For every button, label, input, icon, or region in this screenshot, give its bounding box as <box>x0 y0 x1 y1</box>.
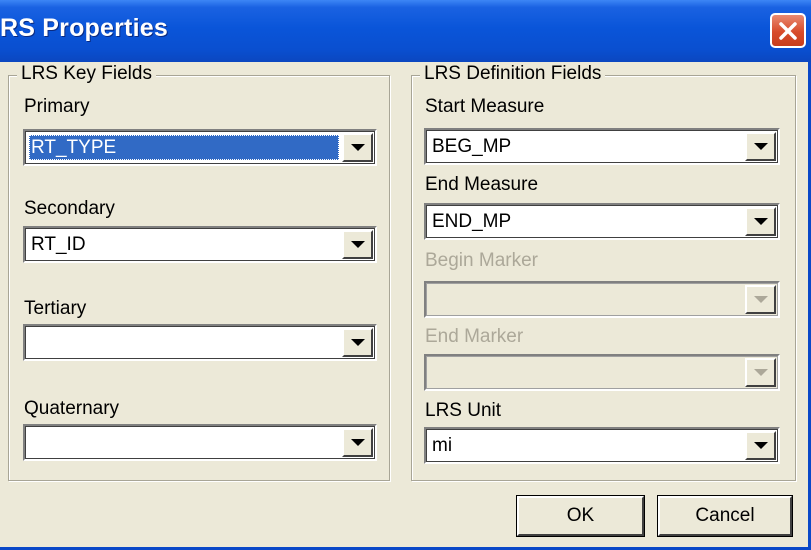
end-measure-label: End Measure <box>425 174 539 195</box>
quaternary-label: Quaternary <box>24 398 120 419</box>
chevron-down-icon <box>350 439 365 446</box>
tertiary-combo[interactable] <box>23 324 377 361</box>
chevron-down-icon <box>753 143 768 150</box>
start-measure-combo[interactable]: BEG_MP <box>424 128 780 165</box>
chevron-down-icon <box>350 241 365 248</box>
close-icon <box>779 21 797 40</box>
quaternary-combo[interactable] <box>23 424 377 461</box>
start-measure-label: Start Measure <box>425 96 545 117</box>
secondary-label: Secondary <box>24 198 115 219</box>
begin-marker-combo <box>424 281 780 318</box>
start-measure-value: BEG_MP <box>432 136 512 157</box>
secondary-value: RT_ID <box>31 234 86 255</box>
cancel-button[interactable]: Cancel <box>657 495 793 537</box>
title-bar[interactable]: RS Properties <box>0 0 811 62</box>
begin-marker-label: Begin Marker <box>425 250 538 271</box>
quaternary-dropdown-button[interactable] <box>342 428 373 457</box>
chevron-down-icon <box>753 442 768 449</box>
primary-value: RT_TYPE <box>29 135 339 160</box>
end-marker-dropdown-button <box>745 358 776 387</box>
lrs-unit-value: mi <box>432 435 453 456</box>
end-marker-combo <box>424 354 780 391</box>
chevron-down-icon <box>753 296 768 303</box>
chevron-down-icon <box>753 369 768 376</box>
lrs-unit-label: LRS Unit <box>425 400 502 421</box>
lrs-key-fields-legend: LRS Key Fields <box>17 63 156 85</box>
chevron-down-icon <box>350 339 365 346</box>
close-button[interactable] <box>770 13 806 48</box>
tertiary-value <box>29 330 339 355</box>
secondary-combo[interactable]: RT_ID <box>23 226 377 263</box>
primary-combo[interactable]: RT_TYPE <box>23 129 377 166</box>
lrs-definition-fields-legend: LRS Definition Fields <box>420 63 606 85</box>
begin-marker-value <box>430 287 742 312</box>
lrs-unit-combo[interactable]: mi <box>424 427 780 464</box>
lrs-unit-dropdown-button[interactable] <box>745 431 776 460</box>
end-measure-dropdown-button[interactable] <box>745 207 776 236</box>
end-measure-combo[interactable]: END_MP <box>424 203 780 240</box>
begin-marker-dropdown-button <box>745 285 776 314</box>
lrs-properties-dialog: RS Properties LRS Key Fields Primary RT_… <box>0 0 811 550</box>
tertiary-label: Tertiary <box>24 298 87 319</box>
chevron-down-icon <box>753 218 768 225</box>
end-marker-value <box>430 360 742 385</box>
quaternary-value <box>29 430 339 455</box>
end-marker-label: End Marker <box>425 326 524 347</box>
tertiary-dropdown-button[interactable] <box>342 328 373 357</box>
primary-dropdown-button[interactable] <box>342 133 373 162</box>
ok-button[interactable]: OK <box>516 495 645 537</box>
end-measure-value: END_MP <box>432 211 512 232</box>
secondary-dropdown-button[interactable] <box>342 230 373 259</box>
chevron-down-icon <box>350 144 365 151</box>
start-measure-dropdown-button[interactable] <box>745 132 776 161</box>
primary-label: Primary <box>24 96 90 117</box>
window-title: RS Properties <box>0 14 168 42</box>
